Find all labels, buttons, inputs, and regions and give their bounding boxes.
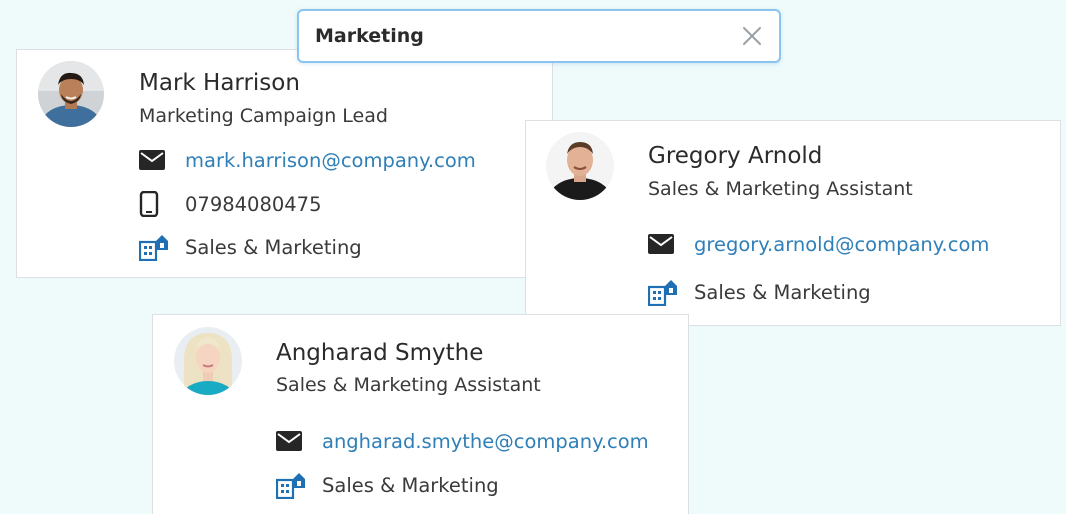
avatar: [38, 61, 104, 127]
avatar: [174, 327, 242, 395]
contact-name: Gregory Arnold: [648, 143, 823, 169]
department-label: Sales & Marketing: [694, 280, 871, 304]
phone-row: 07984080475: [139, 190, 321, 218]
search-box[interactable]: [297, 9, 781, 63]
contact-name: Angharad Smythe: [276, 340, 484, 366]
contact-name: Mark Harrison: [139, 70, 300, 96]
department-icon: [648, 278, 678, 306]
email-icon: [276, 427, 306, 455]
email-icon: [139, 146, 169, 174]
department-label: Sales & Marketing: [322, 473, 499, 497]
email-row: gregory.arnold@company.com: [648, 230, 989, 258]
avatar: [546, 132, 614, 200]
close-icon: [743, 27, 761, 45]
department-row: Sales & Marketing: [276, 471, 499, 499]
department-label: Sales & Marketing: [185, 235, 362, 259]
email-link[interactable]: mark.harrison@company.com: [185, 149, 476, 172]
department-row: Sales & Marketing: [139, 233, 362, 261]
contact-card[interactable]: Angharad Smythe Sales & Marketing Assist…: [152, 314, 689, 514]
department-icon: [139, 233, 169, 261]
email-link[interactable]: gregory.arnold@company.com: [694, 233, 989, 256]
phone-number: 07984080475: [185, 192, 322, 216]
contact-title: Sales & Marketing Assistant: [648, 178, 913, 200]
clear-search-button[interactable]: [739, 23, 765, 49]
mobile-phone-icon: [139, 190, 169, 218]
contact-card[interactable]: Gregory Arnold Sales & Marketing Assista…: [525, 120, 1061, 326]
search-input[interactable]: [315, 11, 725, 61]
contact-title: Marketing Campaign Lead: [139, 105, 388, 127]
email-icon: [648, 230, 678, 258]
email-row: angharad.smythe@company.com: [276, 427, 649, 455]
contact-card[interactable]: Mark Harrison Marketing Campaign Lead ma…: [16, 49, 553, 278]
email-link[interactable]: angharad.smythe@company.com: [322, 430, 649, 453]
contact-search-results: Mark Harrison Marketing Campaign Lead ma…: [0, 0, 1066, 514]
department-icon: [276, 471, 306, 499]
email-row: mark.harrison@company.com: [139, 146, 476, 174]
department-row: Sales & Marketing: [648, 278, 871, 306]
contact-title: Sales & Marketing Assistant: [276, 374, 541, 396]
